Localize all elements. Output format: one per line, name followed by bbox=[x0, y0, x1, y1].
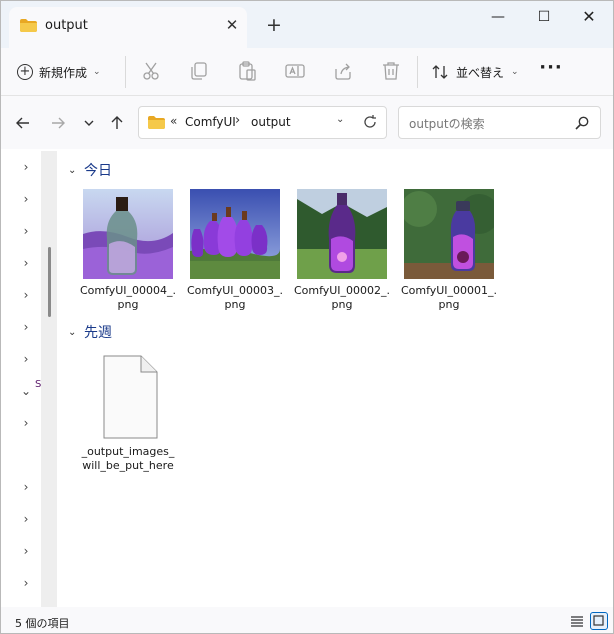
image-thumbnail bbox=[190, 189, 280, 279]
cut-icon[interactable] bbox=[140, 60, 162, 82]
plus-icon[interactable]: + bbox=[264, 15, 284, 35]
copy-icon[interactable] bbox=[188, 60, 210, 82]
title-bar: output ✕ + — ☐ ✕ bbox=[1, 1, 613, 48]
sidebar-item-truncated[interactable]: S bbox=[35, 379, 41, 390]
divider bbox=[417, 56, 418, 88]
chevron-right-icon[interactable]: › bbox=[18, 511, 34, 527]
breadcrumb-separator[interactable]: › bbox=[235, 113, 240, 128]
group-label: 今日 bbox=[84, 163, 112, 179]
group-header-last-week[interactable]: ⌄ 先週 bbox=[68, 322, 112, 342]
share-icon[interactable] bbox=[332, 60, 354, 82]
chevron-right-icon[interactable]: › bbox=[18, 351, 34, 367]
file-name: ComfyUI_00004_. png bbox=[79, 284, 177, 312]
folder-icon bbox=[20, 19, 37, 32]
close-icon[interactable]: ✕ bbox=[223, 16, 241, 34]
new-button[interactable]: + 新規作成 ⌄ bbox=[17, 58, 101, 86]
address-bar[interactable]: « ComfyUI › output ⌄ bbox=[138, 106, 387, 139]
group-label: 先週 bbox=[84, 325, 112, 341]
file-name-line: png bbox=[117, 298, 139, 311]
forward-icon[interactable] bbox=[48, 113, 68, 133]
chevron-right-icon[interactable]: › bbox=[18, 223, 34, 239]
file-name-line: will_be_put_here bbox=[82, 459, 174, 472]
file-name: ComfyUI_00003_. png bbox=[186, 284, 284, 312]
search-input[interactable]: outputの検索 bbox=[409, 115, 485, 132]
status-bar: 5 個の項目 bbox=[1, 607, 613, 633]
file-name-line: _output_images_ bbox=[81, 445, 175, 458]
search-box[interactable]: outputの検索 bbox=[398, 106, 601, 139]
maximize-icon[interactable]: ☐ bbox=[522, 3, 566, 33]
sidebar-scrollbar[interactable] bbox=[41, 151, 57, 607]
item-count: 5 個の項目 bbox=[15, 617, 70, 630]
minimize-icon[interactable]: — bbox=[476, 3, 520, 33]
file-name-line: ComfyUI_00004_. bbox=[79, 284, 177, 297]
image-thumbnail bbox=[404, 189, 494, 279]
file-view: ⌄ 今日 ComfyUI_00004_. png ComfyUI_00003_.… bbox=[59, 149, 613, 607]
chevron-down-icon: ⌄ bbox=[68, 164, 77, 176]
breadcrumb-comfyui[interactable]: ComfyUI bbox=[185, 115, 236, 129]
image-thumbnail bbox=[297, 189, 387, 279]
sort-icon bbox=[432, 65, 448, 79]
details-view-icon[interactable] bbox=[568, 612, 586, 630]
file-explorer-window: output ✕ + — ☐ ✕ + 新規作成 ⌄ 並べ替え ⌄ ··· « C… bbox=[0, 0, 614, 634]
group-header-today[interactable]: ⌄ 今日 bbox=[68, 160, 112, 180]
search-icon[interactable] bbox=[574, 115, 590, 131]
more-icon[interactable]: ··· bbox=[537, 57, 565, 85]
recent-icon[interactable] bbox=[79, 113, 99, 133]
file-name-line: ComfyUI_00002_. bbox=[293, 284, 391, 297]
chevron-down-icon: ⌄ bbox=[511, 67, 519, 77]
chevron-right-icon[interactable]: › bbox=[18, 319, 34, 335]
divider bbox=[125, 56, 126, 88]
file-name-line: png bbox=[224, 298, 246, 311]
file-name: ComfyUI_00001_. png bbox=[400, 284, 498, 312]
breadcrumb-output[interactable]: output bbox=[251, 115, 291, 129]
chevron-down-icon[interactable]: ⌄ bbox=[18, 383, 34, 399]
command-bar: + 新規作成 ⌄ 並べ替え ⌄ ··· bbox=[1, 48, 613, 96]
chevron-right-icon[interactable]: › bbox=[18, 159, 34, 175]
chevron-right-icon[interactable]: › bbox=[18, 479, 34, 495]
file-name-line: ComfyUI_00003_. bbox=[186, 284, 284, 297]
file-name: ComfyUI_00002_. png bbox=[293, 284, 391, 312]
navigation-bar: « ComfyUI › output ⌄ outputの検索 bbox=[1, 96, 613, 149]
file-name-line: ComfyUI_00001_. bbox=[400, 284, 498, 297]
chevron-right-icon[interactable]: › bbox=[18, 543, 34, 559]
delete-icon[interactable] bbox=[380, 60, 402, 82]
details-view-glyph bbox=[571, 616, 583, 627]
chevron-right-icon[interactable]: › bbox=[18, 255, 34, 271]
plus-circle-icon: + bbox=[17, 64, 33, 80]
close-window-icon[interactable]: ✕ bbox=[567, 3, 611, 33]
chevron-down-icon: ⌄ bbox=[68, 326, 77, 338]
folder-icon bbox=[148, 116, 165, 129]
navigation-pane: › › › › › › › ⌄ › › › › › S bbox=[1, 149, 59, 607]
back-icon[interactable] bbox=[13, 113, 33, 133]
file-name-line: png bbox=[331, 298, 353, 311]
tiles-view-glyph bbox=[593, 615, 604, 626]
chevron-right-icon[interactable]: › bbox=[18, 287, 34, 303]
breadcrumb-overflow[interactable]: « bbox=[170, 114, 177, 128]
paste-icon[interactable] bbox=[236, 60, 258, 82]
sort-button-label: 並べ替え bbox=[456, 65, 505, 80]
chevron-down-icon[interactable]: ⌄ bbox=[336, 114, 344, 125]
new-button-label: 新規作成 bbox=[39, 65, 88, 80]
file-name-line: png bbox=[438, 298, 460, 311]
tab-title: output bbox=[45, 18, 88, 33]
chevron-right-icon[interactable]: › bbox=[18, 191, 34, 207]
tab-output[interactable]: output ✕ bbox=[9, 7, 247, 48]
sidebar-scroll-thumb[interactable] bbox=[48, 247, 51, 317]
file-icon bbox=[103, 355, 158, 439]
up-icon[interactable] bbox=[107, 113, 127, 133]
rename-icon[interactable] bbox=[284, 60, 306, 82]
sort-button[interactable]: 並べ替え ⌄ bbox=[431, 58, 519, 86]
chevron-down-icon: ⌄ bbox=[93, 67, 101, 77]
file-name: _output_images_ will_be_put_here bbox=[79, 445, 177, 473]
chevron-right-icon[interactable]: › bbox=[18, 415, 34, 431]
image-thumbnail bbox=[83, 189, 173, 279]
refresh-icon[interactable] bbox=[361, 113, 379, 131]
chevron-right-icon[interactable]: › bbox=[18, 575, 34, 591]
tiles-view-icon[interactable] bbox=[590, 612, 608, 630]
